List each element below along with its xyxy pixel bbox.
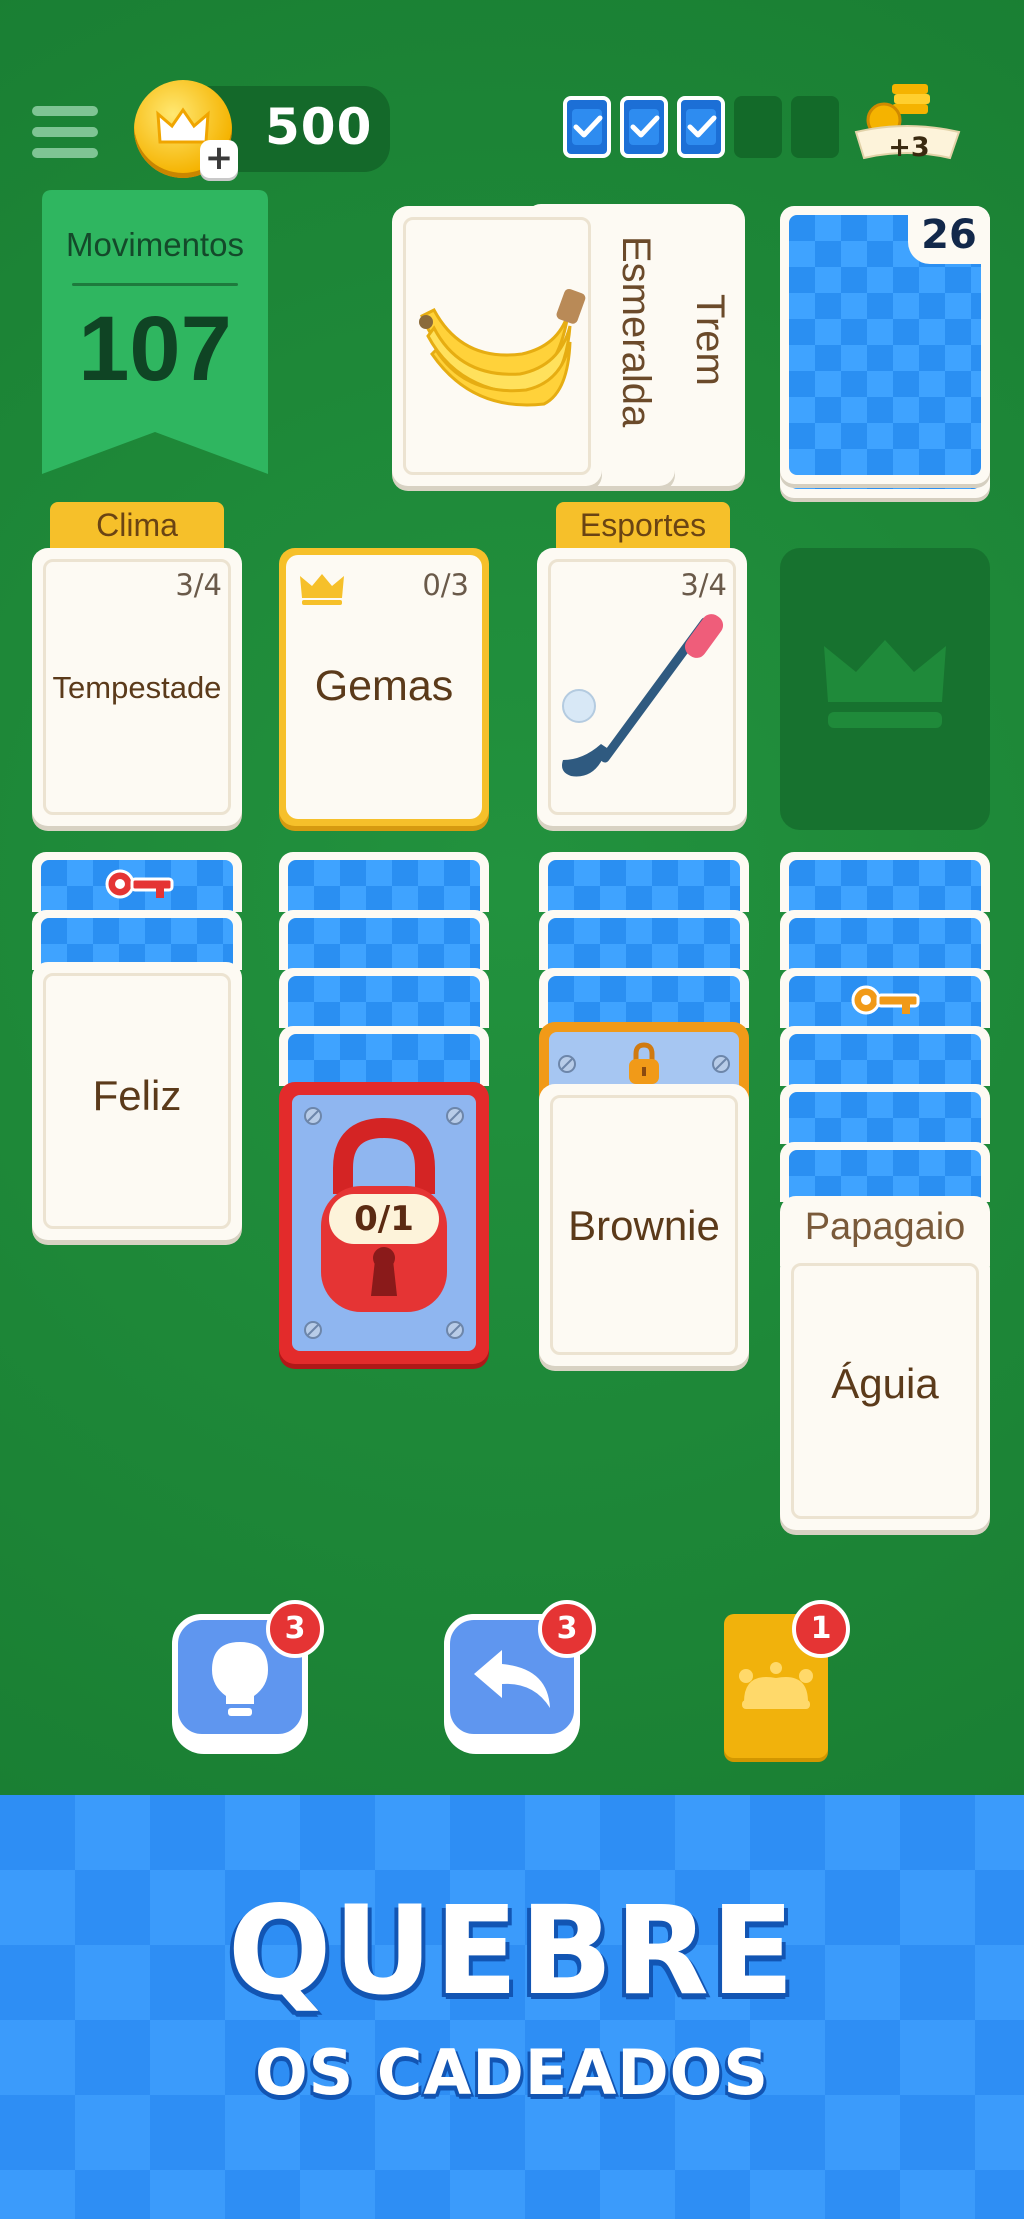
category-tag: Clima <box>50 502 224 548</box>
jester-hat-icon <box>739 1662 813 1709</box>
stock-count: 26 <box>908 206 990 264</box>
card-label: Águia <box>831 1360 939 1407</box>
face-down-card <box>539 968 749 1028</box>
locked-card[interactable]: 0/1 <box>279 1082 489 1364</box>
foundation-count: 3/4 <box>680 568 727 602</box>
moves-value: 107 <box>78 298 232 400</box>
face-down-card <box>780 1142 990 1202</box>
face-down-card <box>279 968 489 1028</box>
reward-label: +3 <box>888 132 930 163</box>
undo-button[interactable]: 3 <box>444 1600 596 1754</box>
face-down-card <box>279 1026 489 1086</box>
crown-icon <box>824 640 946 728</box>
add-coins-button[interactable]: + <box>200 140 238 178</box>
streak-empty-slot <box>791 96 839 158</box>
face-down-card <box>279 910 489 970</box>
joker-count-badge: 1 <box>792 1600 850 1658</box>
menu-icon[interactable] <box>32 106 98 158</box>
red-key-icon <box>105 869 174 899</box>
banana-icon <box>419 288 586 407</box>
orange-key-icon <box>851 985 920 1015</box>
face-down-card <box>780 1084 990 1144</box>
hint-count-badge: 3 <box>266 1600 324 1658</box>
banner-subtitle: OS CADEADOS <box>254 2036 770 2109</box>
foundation-card[interactable]: 3/4 <box>537 548 747 826</box>
face-down-card <box>32 910 242 970</box>
stock-pile[interactable]: 26 <box>780 206 990 484</box>
card-label: Papagaio <box>804 1206 966 1248</box>
foundation-card[interactable]: 3/4 Tempestade <box>32 548 242 826</box>
face-down-card <box>279 852 489 912</box>
small-padlock-icon <box>558 1042 730 1084</box>
waste-card-label: Trem <box>688 294 732 386</box>
card-label: Brownie <box>568 1202 720 1249</box>
face-down-card <box>780 1026 990 1086</box>
joker-button[interactable]: 1 <box>724 1600 850 1758</box>
foundation-card[interactable]: 0/3 Gemas <box>279 548 489 826</box>
empty-foundation-slot[interactable] <box>780 548 990 830</box>
waste-card-label: Esmeralda <box>614 236 658 428</box>
undo-arrow-icon <box>474 1650 550 1708</box>
foundation-count: 3/4 <box>175 568 222 602</box>
foundation-label: Tempestade <box>52 670 222 705</box>
streak-empty-slot <box>734 96 782 158</box>
tableau-card[interactable]: Feliz <box>32 962 242 1240</box>
foundation-count: 0/3 <box>422 568 469 602</box>
coin-value: 500 <box>265 98 373 156</box>
lightbulb-icon <box>212 1642 268 1716</box>
moves-divider <box>72 283 238 286</box>
streak-check-icon <box>563 96 611 158</box>
streak-check-icon <box>620 96 668 158</box>
hint-button[interactable]: 3 <box>172 1600 324 1754</box>
tableau-card[interactable]: Brownie <box>539 1084 749 1366</box>
category-tag: Esportes <box>556 502 730 548</box>
card-label: Feliz <box>92 1072 182 1119</box>
face-down-card <box>780 910 990 970</box>
crown-icon <box>300 574 344 605</box>
moves-title: Movimentos <box>66 226 244 263</box>
golf-club-icon <box>562 614 724 777</box>
foundation-label: Gemas <box>314 662 454 710</box>
tableau-card[interactable]: Águia <box>780 1252 990 1530</box>
face-down-card <box>539 910 749 970</box>
banner-title: QUEBRE <box>227 1880 797 2022</box>
waste-top-card[interactable] <box>392 206 602 486</box>
face-down-card <box>539 852 749 912</box>
streak-check-icon <box>677 96 725 158</box>
lock-counter: 0/1 <box>329 1194 439 1244</box>
face-down-card <box>780 852 990 912</box>
undo-count-badge: 3 <box>538 1600 596 1658</box>
